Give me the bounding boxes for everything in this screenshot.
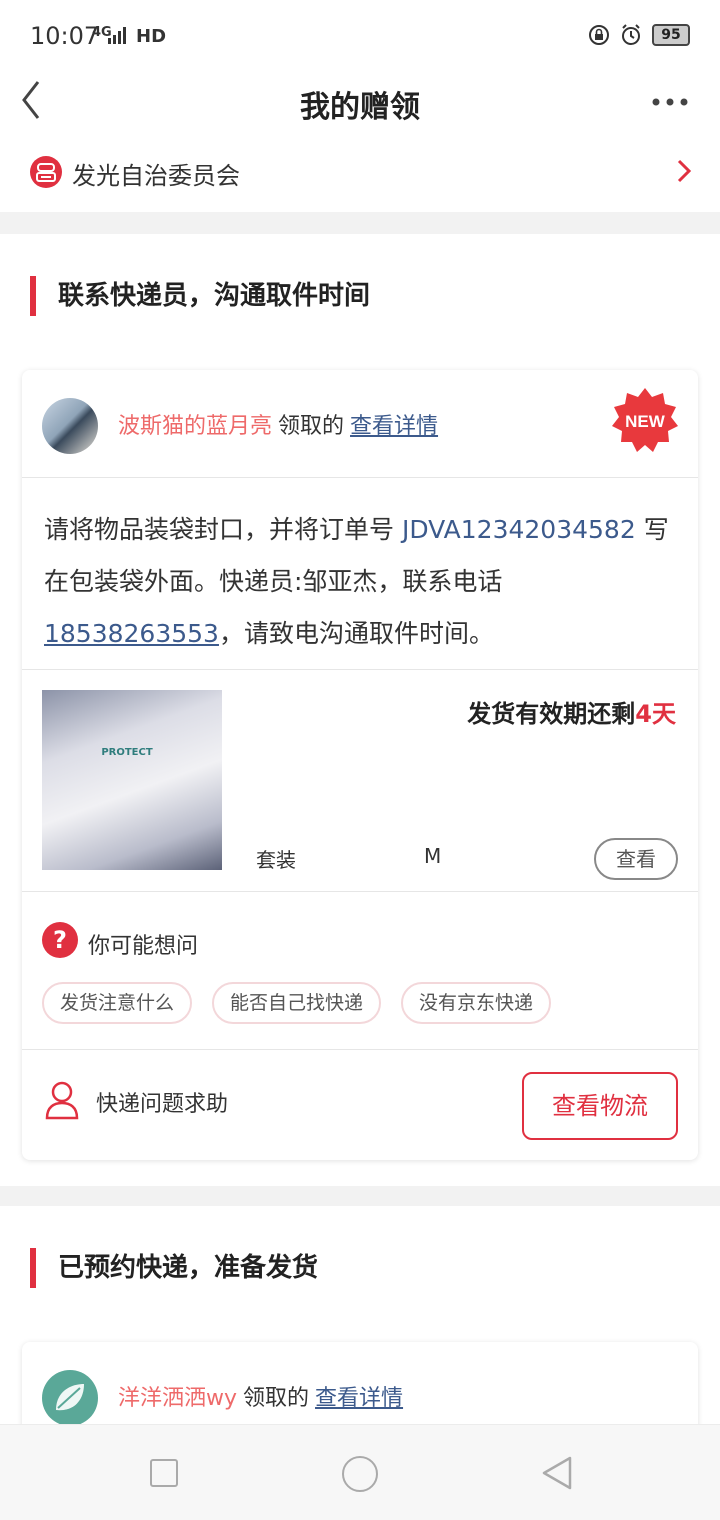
faq-chips: 发货注意什么 能否自己找快递 没有京东快递 xyxy=(42,982,552,1024)
section-title: 已预约快递，准备发货 xyxy=(30,1248,318,1288)
received-label: 领取的 xyxy=(243,1386,310,1411)
hd-indicator: HD xyxy=(136,26,167,47)
user-name[interactable]: 波斯猫的蓝月亮 xyxy=(118,414,272,439)
section-title: 联系快递员，沟通取件时间 xyxy=(30,276,370,316)
status-bar: 10:07 4G HD 95 xyxy=(0,0,720,72)
group-logo-icon xyxy=(36,163,56,182)
chevron-right-icon xyxy=(677,159,692,183)
gift-card: 波斯猫的蓝月亮 领取的 查看详情 NEW 请将物品装袋封口，并将订单号 JDVA12… xyxy=(22,370,698,1160)
view-logistics-button[interactable]: 查看物流 xyxy=(522,1072,678,1140)
faq-title: 你可能想问 xyxy=(88,934,199,959)
phone-link[interactable]: 18538263553 xyxy=(44,619,219,648)
group-name: 发光自治委员会 xyxy=(72,162,240,190)
section-courier-booked: 已预约快递，准备发货 洋洋洒洒wy 领取的 查看详情 xyxy=(0,1206,720,1442)
group-icon xyxy=(30,156,62,188)
view-details-link[interactable]: 查看详情 xyxy=(350,414,438,439)
system-nav-bar xyxy=(0,1424,720,1520)
battery-indicator: 95 xyxy=(652,24,690,46)
new-badge-text: NEW xyxy=(625,412,666,431)
section-contact-courier: 联系快递员，沟通取件时间 波斯猫的蓝月亮 领取的 查看详情 NEW 请将物品装袋封口… xyxy=(0,234,720,1186)
page-title: 我的赠领 xyxy=(300,90,420,125)
received-label: 领取的 xyxy=(278,414,345,439)
deadline-days: 4天 xyxy=(635,700,676,728)
card-footer: 快递问题求助 查看物流 xyxy=(22,1050,698,1160)
item-row: PROTECT 发货有效期还剩4天 套装 M 查看 xyxy=(22,670,698,892)
home-icon[interactable] xyxy=(342,1456,378,1492)
more-icon[interactable] xyxy=(652,98,688,106)
recent-apps-icon[interactable] xyxy=(150,1459,178,1487)
receiver-line: 波斯猫的蓝月亮 领取的 查看详情 xyxy=(118,408,438,440)
faq-section: ? 你可能想问 发货注意什么 能否自己找快递 没有京东快递 xyxy=(22,892,698,1050)
shipping-deadline: 发货有效期还剩4天 xyxy=(467,694,676,729)
group-link[interactable]: 发光自治委员会 xyxy=(0,130,720,212)
rotation-lock-icon xyxy=(589,25,609,45)
deadline-prefix: 发货有效期还剩 xyxy=(467,700,636,728)
view-details-link[interactable]: 查看详情 xyxy=(315,1386,403,1411)
avatar[interactable] xyxy=(42,1370,98,1426)
question-icon: ? xyxy=(42,922,78,958)
alarm-icon xyxy=(622,24,640,45)
leaf-avatar-icon xyxy=(56,1384,84,1411)
message-text: ，请致电沟通取件时间。 xyxy=(218,619,494,648)
shirt-print-text: PROTECT xyxy=(101,747,153,758)
card-header: 波斯猫的蓝月亮 领取的 查看详情 NEW xyxy=(22,370,698,478)
new-badge-icon: NEW xyxy=(612,388,678,452)
status-time: 10:07 xyxy=(30,22,100,50)
instruction-message: 请将物品装袋封口，并将订单号 JDVA12342034582 写在包装袋外面。快… xyxy=(22,478,698,670)
item-size: M xyxy=(424,844,442,868)
courier-help-link[interactable]: 快递问题求助 xyxy=(96,1086,228,1118)
order-number: JDVA12342034582 xyxy=(401,515,636,544)
faq-chip[interactable]: 没有京东快递 xyxy=(401,982,552,1024)
receiver-line: 洋洋洒洒wy 领取的 查看详情 xyxy=(118,1380,403,1412)
user-icon xyxy=(45,1081,79,1120)
user-name[interactable]: 洋洋洒洒wy xyxy=(118,1386,237,1411)
view-item-button[interactable]: 查看 xyxy=(594,838,678,880)
message-text: 请将物品装袋封口，并将订单号 xyxy=(44,515,395,544)
faq-chip[interactable]: 能否自己找快递 xyxy=(212,982,382,1024)
faq-chip[interactable]: 发货注意什么 xyxy=(42,982,193,1024)
item-type: 套装 xyxy=(256,848,296,872)
nav-bar: 我的赠领 xyxy=(0,72,720,130)
item-image[interactable]: PROTECT xyxy=(42,690,222,870)
avatar[interactable] xyxy=(42,398,98,454)
system-back-icon[interactable] xyxy=(540,1455,574,1491)
signal-icon xyxy=(108,27,126,44)
